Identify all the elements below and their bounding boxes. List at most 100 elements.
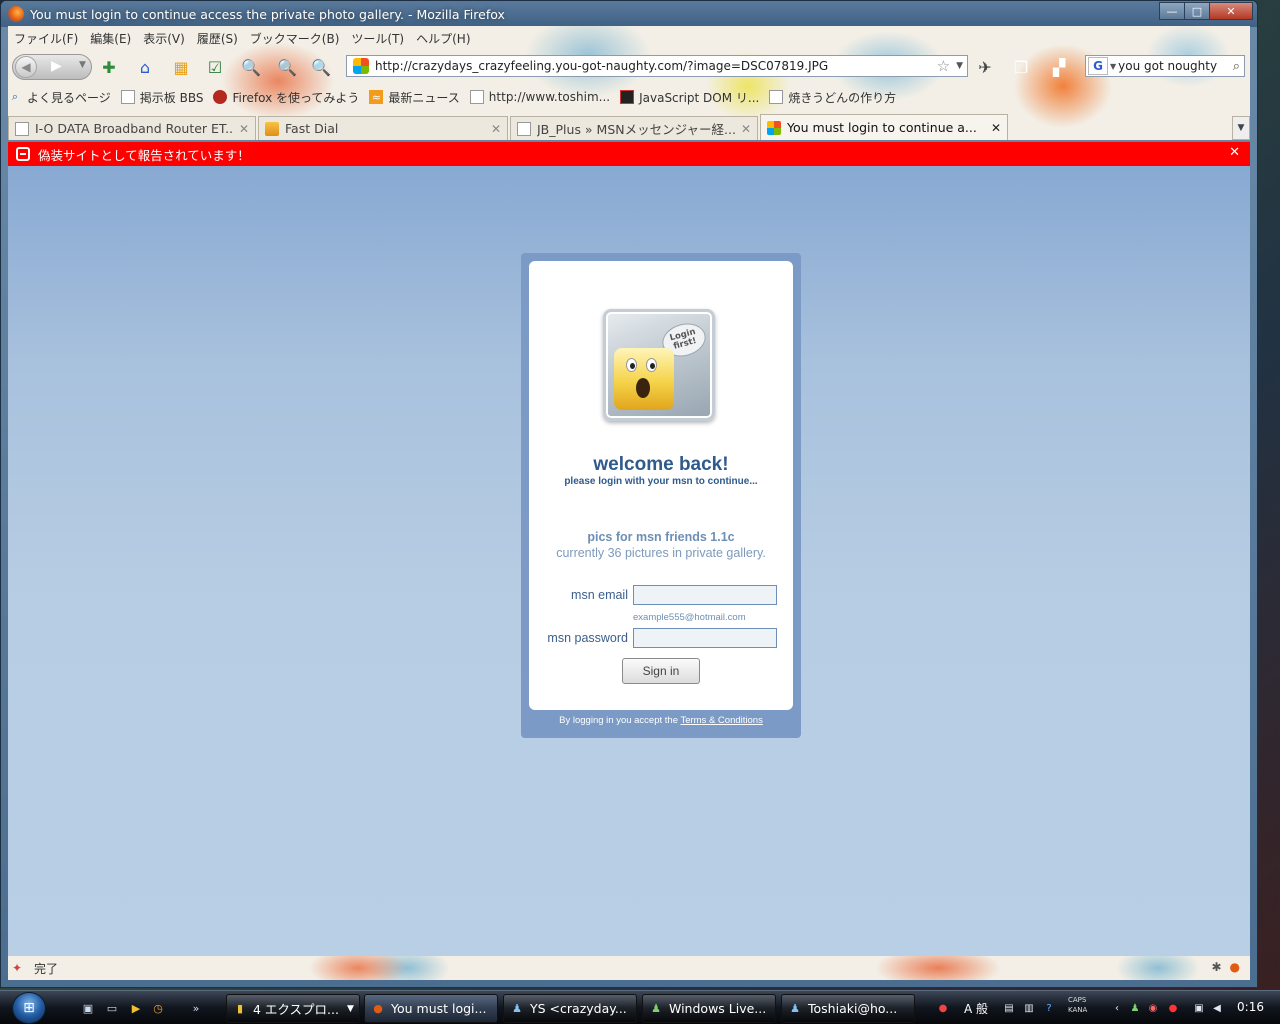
tray-expand-icon[interactable]: ‹ (1110, 1001, 1124, 1015)
zoom-in-icon[interactable]: 🔍 (240, 56, 262, 78)
tab-router[interactable]: I-O DATA Broadband Router ET... ✕ (8, 116, 256, 140)
tab-close-icon[interactable]: ✕ (991, 121, 1001, 135)
messenger-icon[interactable]: ♟ (1128, 1001, 1142, 1015)
firefox-icon (8, 6, 24, 22)
bookmark-label: 掲示板 BBS (139, 90, 204, 105)
terms-text: By logging in you accept the Terms & Con… (521, 715, 801, 726)
volume-icon[interactable]: ◀ (1210, 1001, 1224, 1015)
google-icon[interactable]: G (1088, 57, 1108, 75)
ime-toolbar-icon[interactable]: ▤ (1002, 1001, 1016, 1015)
search-icon[interactable]: ⌕ (1233, 59, 1240, 74)
search-input[interactable]: you got noughty (1118, 59, 1233, 73)
browser-toolbar-area: ファイル(F) 編集(E) 表示(V) 履歴(S) ブックマーク(B) ツール(… (8, 26, 1250, 140)
search-box[interactable]: G ▼ you got noughty ⌕ (1085, 55, 1245, 77)
clock[interactable]: 0:16 (1237, 1000, 1264, 1014)
taskbar-label: 4 エクスプロ... (253, 1002, 339, 1017)
maximize-button[interactable]: □ (1184, 2, 1210, 20)
speed-dial-icon[interactable]: ▦ (170, 56, 192, 78)
network-icon[interactable]: ▣ (1192, 1001, 1206, 1015)
forward-button[interactable]: ▶ (51, 58, 62, 74)
firefox-icon[interactable]: ● (1230, 960, 1240, 974)
url-dropdown-icon[interactable]: ▼ (956, 61, 963, 71)
antivirus-icon[interactable]: ◉ (1146, 1001, 1160, 1015)
bookmark-item[interactable]: JavaScript DOM リ... (620, 89, 759, 106)
password-field[interactable] (633, 628, 777, 648)
login-first-logo: Login first! (603, 309, 715, 421)
grid-icon[interactable]: ▞ (1048, 56, 1070, 78)
bookmark-item[interactable]: ⌕ よく見るページ (8, 89, 111, 106)
tab-login-page[interactable]: You must login to continue a... ✕ (760, 114, 1008, 140)
taskbar-button-explorer[interactable]: ▮ 4 エクスプロ... ▼ (226, 994, 360, 1023)
bookmark-item[interactable]: ≈ 最新ニュース (369, 89, 460, 106)
taskbar-button-chat-toshiaki[interactable]: ♟ Toshiaki@ho... (781, 994, 915, 1023)
tab-close-icon[interactable]: ✕ (491, 122, 501, 136)
welcome-subtitle: please login with your msn to continue..… (564, 476, 758, 487)
password-label: msn password (547, 631, 628, 645)
menu-history[interactable]: 履歴(S) (191, 28, 244, 48)
ime-dictionary-icon[interactable]: ▥ (1022, 1001, 1036, 1015)
ime-indicator[interactable]: A 般 (956, 1001, 996, 1016)
page-icon (517, 121, 531, 136)
taskbar-button-chat-ys[interactable]: ♟ YS <crazyday... (503, 994, 637, 1023)
quicklaunch-more-icon[interactable]: » (188, 1000, 204, 1016)
minimize-button[interactable]: — (1159, 2, 1185, 20)
page-icon (15, 121, 29, 136)
zoom-out-icon[interactable]: 🔍 (276, 56, 298, 78)
bookmark-label: 焼きうどんの作り方 (788, 90, 897, 105)
url-text[interactable]: http://crazydays_crazyfeeling.you-got-na… (375, 59, 937, 73)
engine-dropdown-icon[interactable]: ▼ (1110, 62, 1116, 71)
bookmarks-toolbar: ⌕ よく見るページ 掲示板 BBS Firefox を使ってみよう ≈ 最新ニュース… (8, 86, 906, 108)
home-icon[interactable]: ⌂ (134, 56, 156, 78)
help-icon[interactable]: ? (1042, 1001, 1056, 1015)
tab-list-dropdown[interactable]: ▼ (1232, 116, 1250, 140)
menu-view[interactable]: 表示(V) (137, 28, 191, 48)
bookmark-item[interactable]: Firefox を使ってみよう (213, 89, 359, 106)
taskbar-label: You must logi... (391, 1001, 487, 1016)
new-tab-plus-icon[interactable]: ✚ (98, 56, 120, 78)
menu-bookmarks[interactable]: ブックマーク(B) (244, 28, 346, 48)
menu-file[interactable]: ファイル(F) (8, 28, 84, 48)
warning-close-icon[interactable]: ✕ (1229, 145, 1240, 160)
taskbar-button-firefox[interactable]: ● You must logi... (364, 994, 498, 1023)
close-button[interactable]: ✕ (1209, 2, 1253, 20)
back-button[interactable]: ◀ (15, 56, 37, 78)
tab-close-icon[interactable]: ✕ (239, 122, 249, 136)
bookmark-star-icon[interactable]: ☆ (937, 57, 950, 75)
menu-edit[interactable]: 編集(E) (84, 28, 137, 48)
bird-icon[interactable]: ✈ (974, 56, 996, 78)
bookmark-item[interactable]: 焼きうどんの作り方 (769, 89, 896, 106)
zoom-reset-icon[interactable]: 🔍 (310, 56, 332, 78)
kana-label: KANA (1068, 1006, 1088, 1014)
bookmark-label: 最新ニュース (388, 90, 460, 105)
sign-in-button[interactable]: Sign in (622, 658, 700, 684)
menu-bar: ファイル(F) 編集(E) 表示(V) 履歴(S) ブックマーク(B) ツール(… (8, 28, 477, 48)
check-window-icon[interactable]: ☑ (204, 56, 226, 78)
security-icon[interactable]: ● (1166, 1001, 1180, 1015)
menu-help[interactable]: ヘルプ(H) (410, 28, 476, 48)
show-desktop-icon[interactable]: ▣ (80, 1000, 96, 1016)
group-dropdown-icon[interactable]: ▼ (347, 1004, 354, 1014)
email-label: msn email (571, 588, 628, 602)
email-field[interactable] (633, 585, 777, 605)
system-tray: ● A 般 ▤ ▥ ? (936, 991, 1056, 1024)
switch-windows-icon[interactable]: ▭ (104, 1000, 120, 1016)
bookmark-item[interactable]: 掲示板 BBS (120, 89, 204, 106)
taskbar-button-windows-live[interactable]: ♟ Windows Live... (642, 994, 776, 1023)
history-dropdown[interactable]: ▼ (79, 60, 86, 70)
notification-icon[interactable]: ● (936, 1001, 950, 1015)
title-bar[interactable]: You must login to continue access the pr… (1, 1, 1257, 27)
taskbar-label: YS <crazyday... (530, 1001, 627, 1016)
windows-icon[interactable]: ❐ (1010, 56, 1032, 78)
clock-app-icon[interactable]: ◷ (150, 1000, 166, 1016)
menu-tools[interactable]: ツール(T) (345, 28, 410, 48)
addon-icon[interactable]: ✱ (1211, 960, 1221, 974)
address-bar[interactable]: http://crazydays_crazyfeeling.you-got-na… (346, 55, 968, 77)
tab-jb-plus[interactable]: JB_Plus » MSNメッセンジャー経... ✕ (510, 116, 758, 140)
bookmark-item[interactable]: http://www.toshim... (469, 90, 610, 104)
start-button[interactable]: ⊞ (12, 992, 46, 1024)
terms-link[interactable]: Terms & Conditions (680, 715, 762, 726)
tab-fast-dial[interactable]: Fast Dial ✕ (258, 116, 508, 140)
bookmark-label: Firefox を使ってみよう (232, 90, 360, 105)
tab-close-icon[interactable]: ✕ (741, 122, 751, 136)
media-player-icon[interactable]: ▶ (128, 1000, 144, 1016)
